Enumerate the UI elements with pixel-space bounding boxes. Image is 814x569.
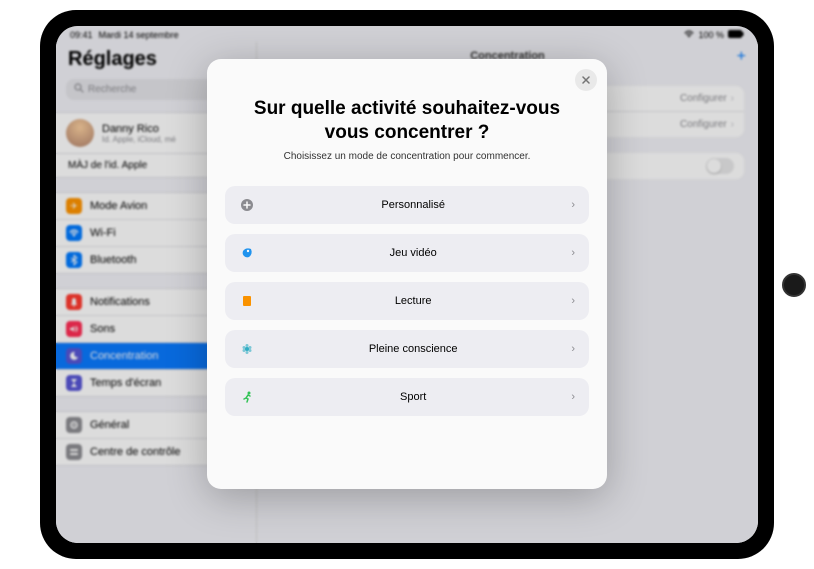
chevron-right-icon: ›: [571, 343, 575, 355]
chevron-right-icon: ›: [571, 295, 575, 307]
chevron-right-icon: ›: [571, 247, 575, 259]
modal-subtitle: Choisissez un mode de concentration pour…: [225, 151, 589, 162]
chevron-right-icon: ›: [571, 199, 575, 211]
focus-modal: Sur quelle activité souhaitez-vous vous …: [207, 59, 607, 489]
option-gaming[interactable]: Jeu vidéo ›: [225, 234, 589, 272]
option-custom[interactable]: Personnalisé ›: [225, 186, 589, 224]
plus-circle-icon: [239, 197, 255, 213]
option-label: Jeu vidéo: [255, 247, 571, 259]
book-icon: [239, 293, 255, 309]
option-mindfulness[interactable]: Pleine conscience ›: [225, 330, 589, 368]
close-button[interactable]: [575, 69, 597, 91]
option-label: Sport: [255, 391, 571, 403]
option-label: Personnalisé: [255, 199, 571, 211]
modal-title: Sur quelle activité souhaitez-vous vous …: [225, 97, 589, 145]
option-label: Pleine conscience: [255, 343, 571, 355]
mindfulness-icon: [239, 341, 255, 357]
option-label: Lecture: [255, 295, 571, 307]
rocket-icon: [239, 245, 255, 261]
option-fitness[interactable]: Sport ›: [225, 378, 589, 416]
home-button[interactable]: [782, 273, 806, 297]
chevron-right-icon: ›: [571, 391, 575, 403]
running-icon: [239, 389, 255, 405]
option-reading[interactable]: Lecture ›: [225, 282, 589, 320]
